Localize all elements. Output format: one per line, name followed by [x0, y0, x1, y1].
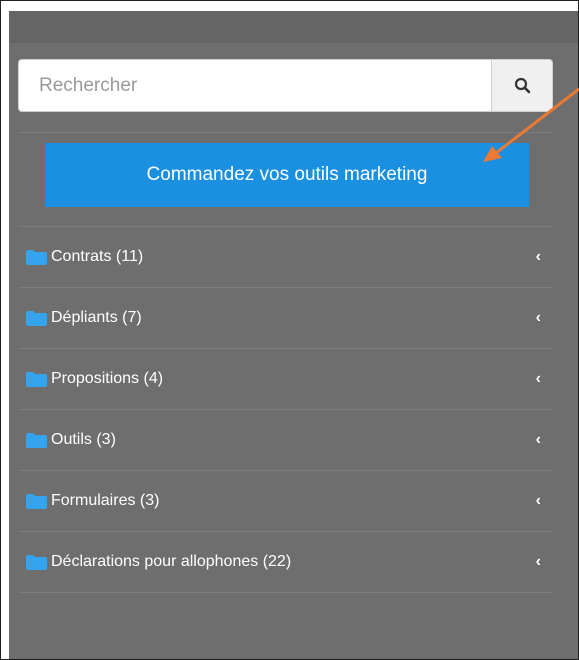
chevron-left-icon: ‹: [535, 248, 541, 265]
menu-item-formulaires[interactable]: Formulaires (3) ‹: [18, 471, 553, 532]
search-input[interactable]: [19, 60, 491, 111]
search-bar: [18, 59, 553, 112]
chevron-left-icon: ‹: [535, 309, 541, 326]
chevron-left-icon: ‹: [535, 553, 541, 570]
chevron-left-icon: ‹: [535, 431, 541, 448]
menu-item-label: Outils (3): [51, 431, 116, 448]
menu-item-declarations[interactable]: Déclarations pour allophones (22) ‹: [18, 532, 553, 593]
folder-icon: [26, 554, 47, 570]
folder-icon: [26, 310, 47, 326]
folder-icon: [26, 249, 47, 265]
menu-item-label: Dépliants (7): [51, 309, 142, 326]
folder-icon: [26, 432, 47, 448]
folder-icon: [26, 371, 47, 387]
menu-item-outils[interactable]: Outils (3) ‹: [18, 410, 553, 471]
screenshot-frame: Commandez vos outils marketing Contrats …: [0, 0, 579, 660]
chevron-left-icon: ‹: [535, 370, 541, 387]
panel-top-band: [9, 11, 578, 43]
category-menu: Contrats (11) ‹ Dépliants (7) ‹ Proposit…: [18, 227, 553, 593]
folder-icon: [26, 493, 47, 509]
order-marketing-tools-button[interactable]: Commandez vos outils marketing: [45, 143, 529, 207]
menu-item-label: Déclarations pour allophones (22): [51, 553, 292, 570]
search-icon: [514, 77, 530, 94]
sidebar-panel: Commandez vos outils marketing Contrats …: [9, 11, 578, 659]
menu-item-label: Contrats (11): [51, 248, 144, 265]
search-button[interactable]: [491, 60, 552, 111]
menu-item-propositions[interactable]: Propositions (4) ‹: [18, 349, 553, 410]
menu-item-contrats[interactable]: Contrats (11) ‹: [18, 227, 553, 288]
divider: [18, 132, 553, 133]
menu-item-label: Propositions (4): [51, 370, 164, 387]
menu-item-label: Formulaires (3): [51, 492, 160, 509]
chevron-left-icon: ‹: [535, 492, 541, 509]
menu-item-depliants[interactable]: Dépliants (7) ‹: [18, 288, 553, 349]
